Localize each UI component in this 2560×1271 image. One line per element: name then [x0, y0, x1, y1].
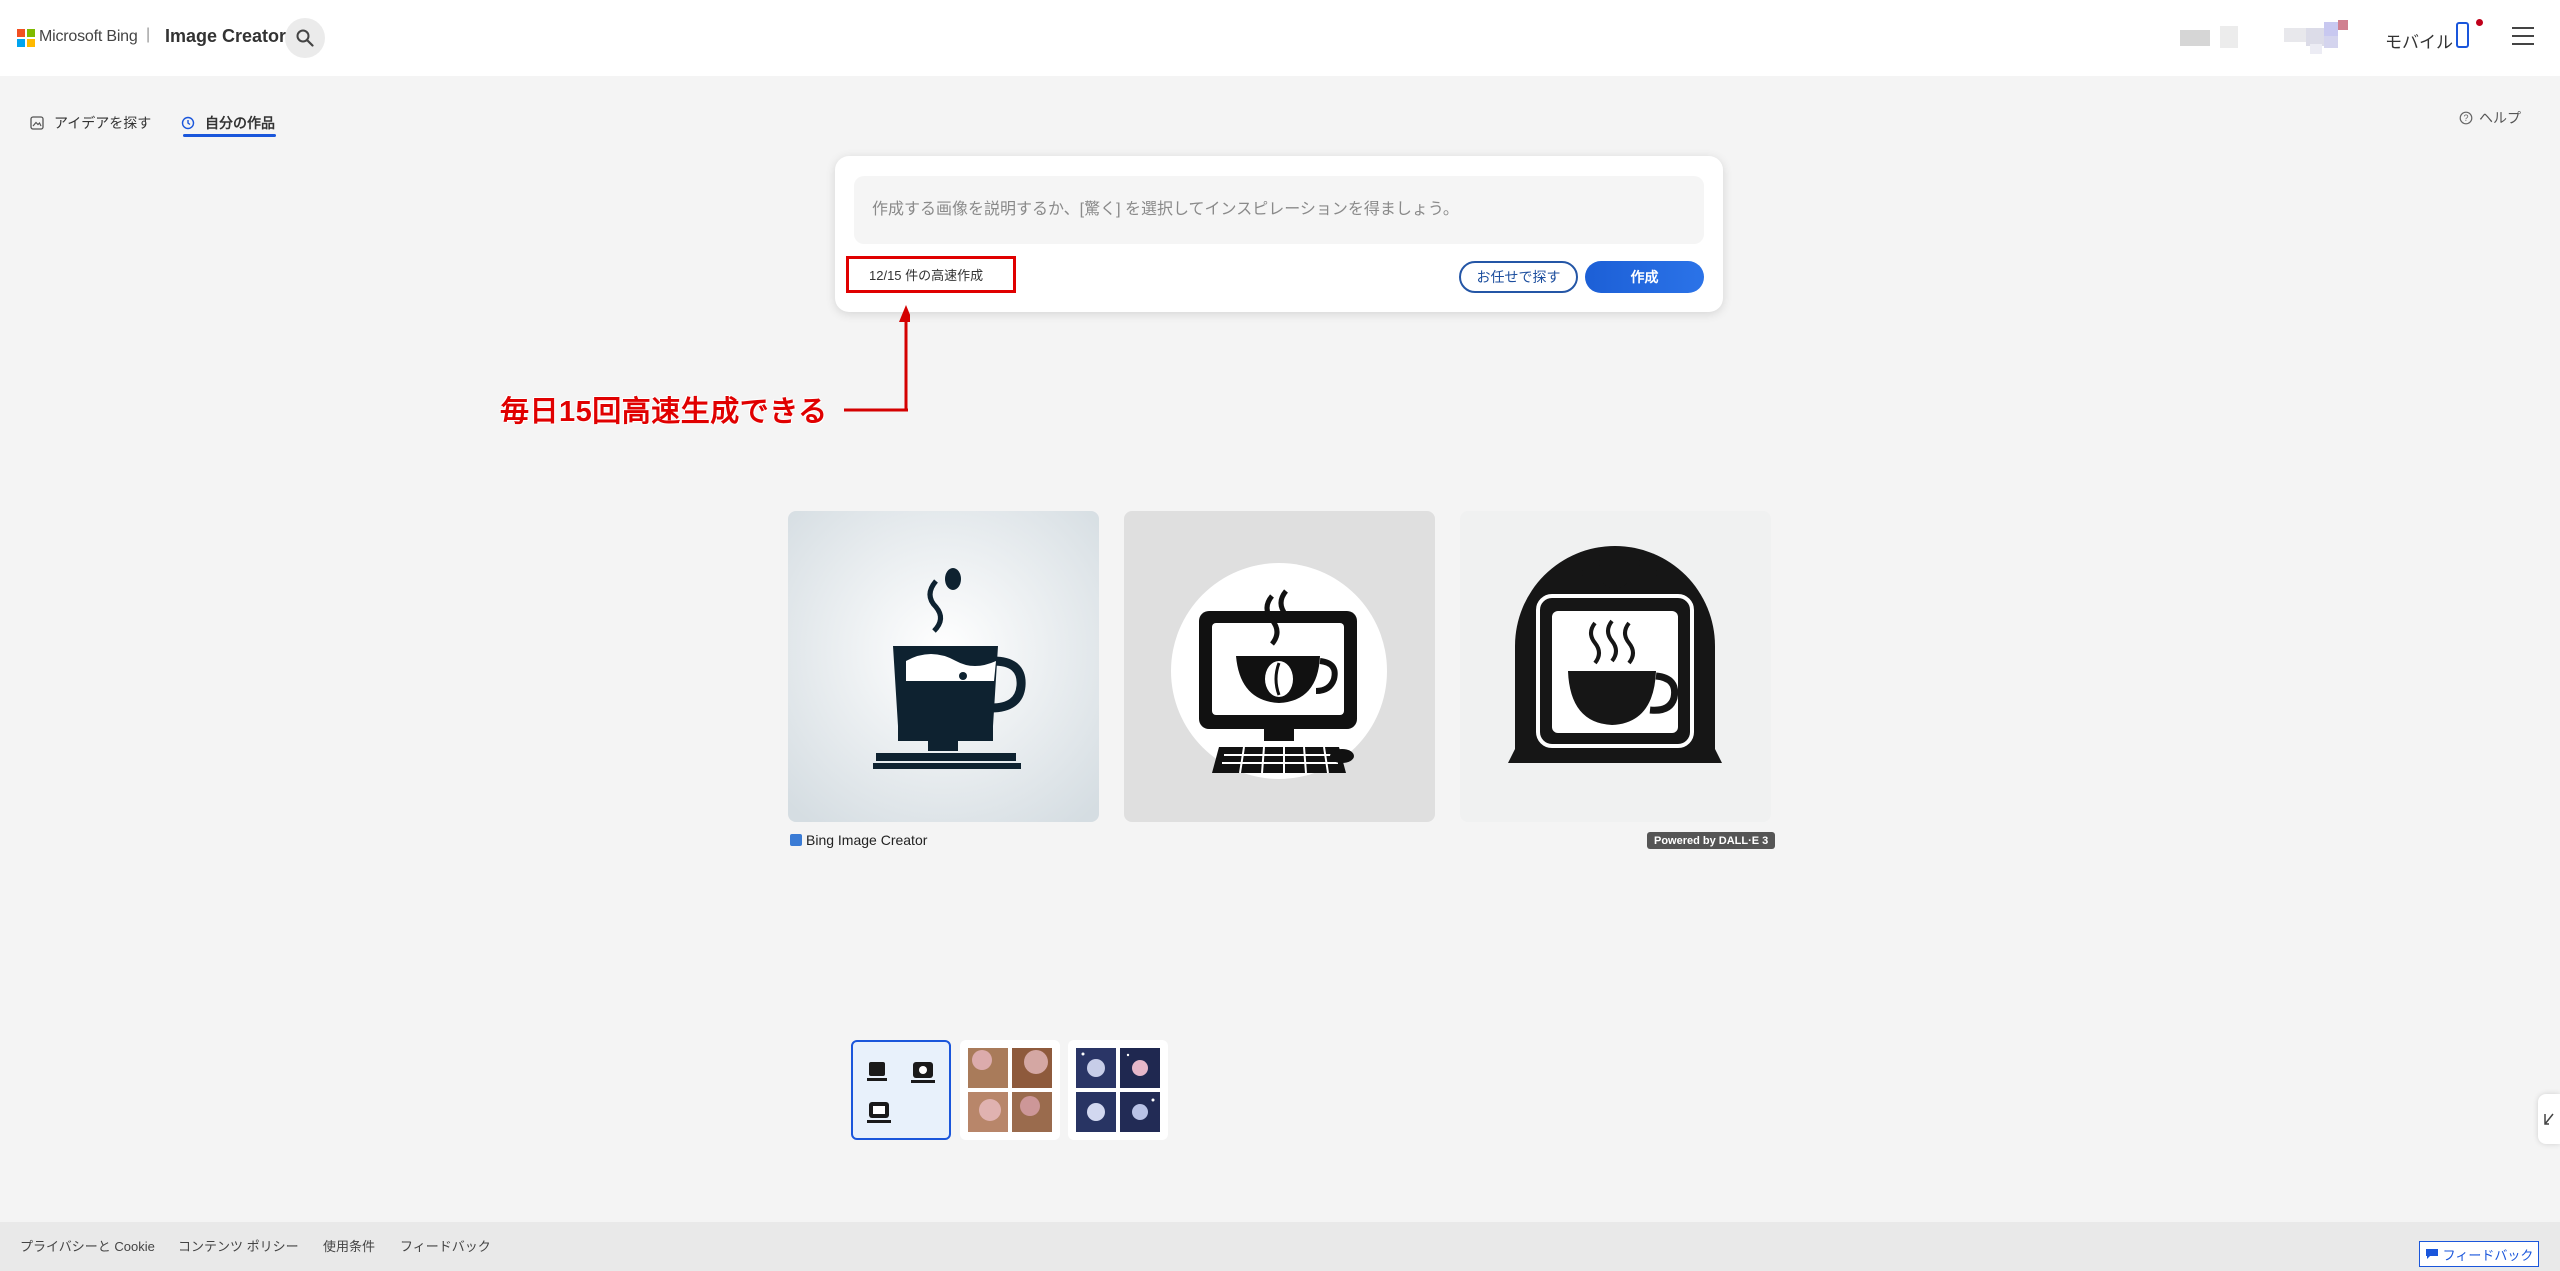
tab-my-creations[interactable]: 自分の作品 — [181, 109, 275, 137]
boost-count-label: 12/15 件の高速作成 — [869, 268, 984, 283]
create-button[interactable]: 作成 — [1585, 261, 1704, 293]
history-icon — [181, 116, 195, 130]
footer — [0, 1222, 2560, 1271]
feedback-button[interactable]: フィードバック — [2419, 1241, 2539, 1267]
powered-by-badge: Powered by DALL·E 3 — [1647, 832, 1776, 849]
caption-label: Bing Image Creator — [806, 832, 928, 848]
active-tab-indicator — [183, 134, 276, 137]
help-icon: ? — [2459, 111, 2473, 125]
history-thumbnail[interactable] — [851, 1040, 951, 1140]
chat-bubble-icon — [2425, 1249, 2438, 1259]
history-thumbnail[interactable] — [960, 1040, 1060, 1140]
feedback-button-label: フィードバック — [2442, 1247, 2534, 1263]
mobile-phone-icon[interactable] — [2456, 22, 2469, 48]
surprise-me-button[interactable]: お任せで探す — [1459, 261, 1578, 293]
notification-dot — [2476, 19, 2483, 26]
history-thumbnail[interactable] — [1068, 1040, 1168, 1140]
result-image-2[interactable] — [1124, 511, 1435, 822]
svg-text:?: ? — [2463, 113, 2468, 123]
annotation-text: 毎日15回高速生成できる — [500, 396, 828, 428]
top-header — [0, 0, 2560, 76]
search-button[interactable] — [285, 18, 325, 58]
search-icon — [296, 29, 314, 47]
expand-icon — [2544, 1113, 2554, 1125]
mobile-link[interactable]: モバイル — [2385, 28, 2453, 53]
result-image-3[interactable] — [1460, 511, 1771, 822]
help-link[interactable]: ? ヘルプ — [2459, 108, 2521, 128]
image-icon — [30, 116, 44, 130]
microsoft-logo-icon[interactable] — [17, 29, 35, 47]
tab-explore-ideas[interactable]: アイデアを探す — [30, 109, 151, 137]
user-avatar[interactable] — [2280, 18, 2360, 58]
rewards-badge[interactable] — [2180, 26, 2252, 50]
footer-link-terms[interactable]: 使用条件 — [323, 1236, 375, 1255]
prompt-input[interactable] — [854, 176, 1704, 244]
annotation-arrow — [844, 305, 910, 412]
footer-link-privacy[interactable]: プライバシーと Cookie — [20, 1236, 155, 1255]
side-panel-toggle[interactable] — [2538, 1094, 2560, 1144]
tab-label: アイデアを探す — [54, 115, 152, 131]
tab-label: 自分の作品 — [205, 115, 275, 131]
footer-link-feedback[interactable]: フィードバック — [400, 1236, 491, 1255]
footer-link-content-policy[interactable]: コンテンツ ポリシー — [178, 1236, 299, 1255]
image-creator-logo-icon — [790, 834, 802, 846]
boost-counter: 12/15 件の高速作成 — [846, 256, 1016, 293]
image-caption: Bing Image Creator — [790, 832, 927, 848]
menu-icon[interactable] — [2512, 27, 2534, 45]
app-title[interactable]: Image Creator — [165, 26, 286, 47]
result-image-1[interactable] — [788, 511, 1099, 822]
brand-name[interactable]: Microsoft Bing — [39, 28, 138, 46]
brand-separator: | — [146, 26, 151, 43]
help-label: ヘルプ — [2479, 110, 2521, 126]
